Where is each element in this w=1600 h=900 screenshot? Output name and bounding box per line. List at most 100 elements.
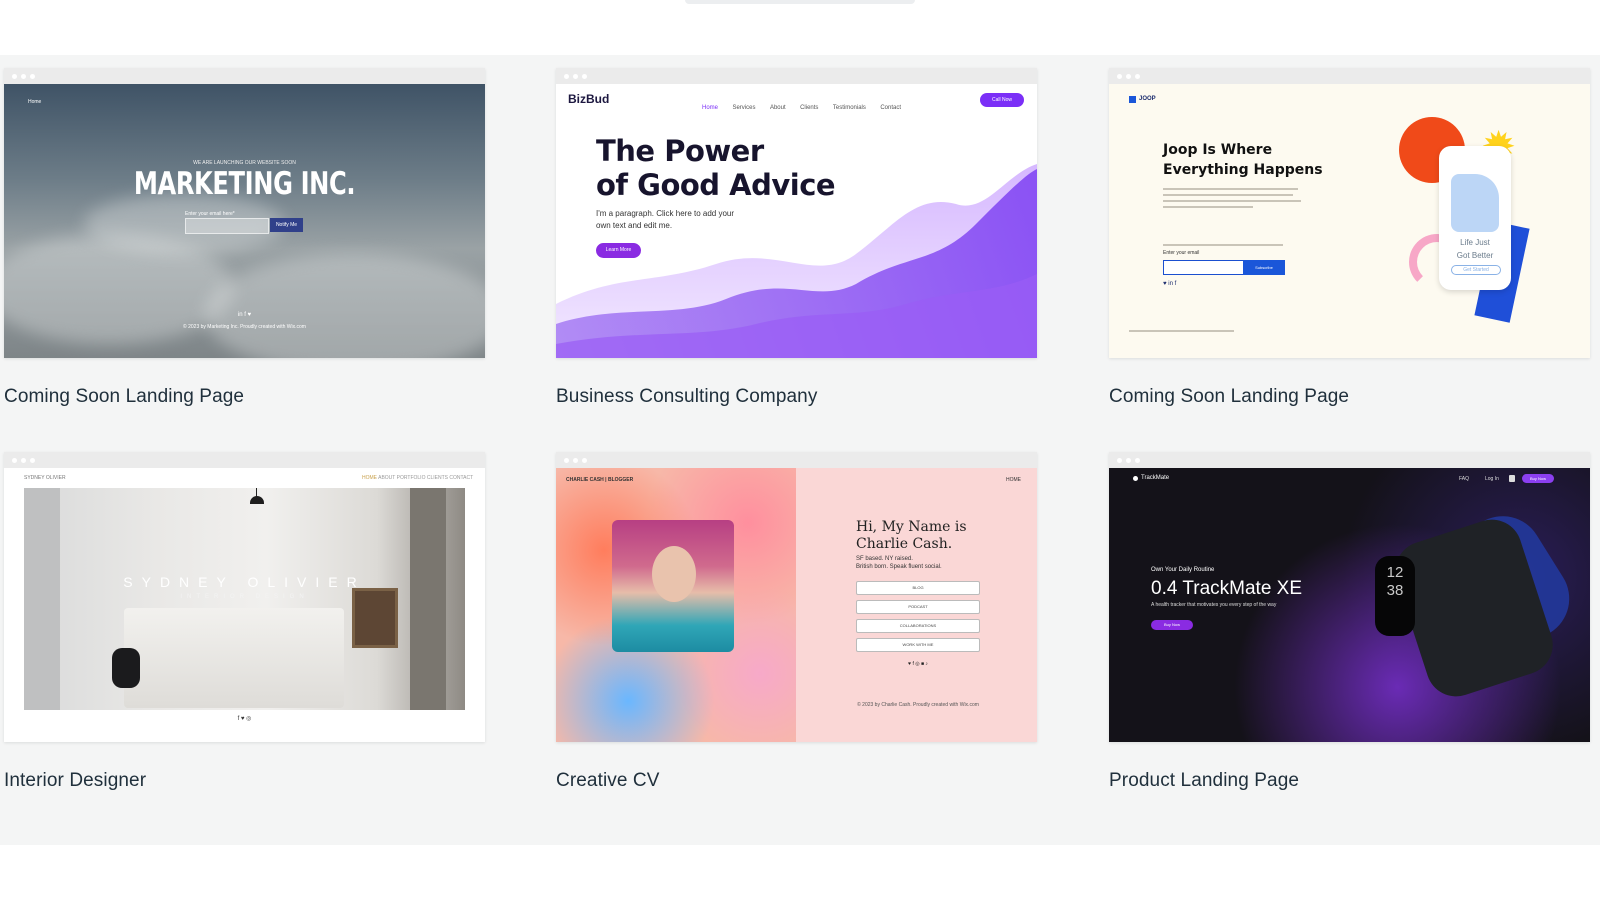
preview-logo: JOOP xyxy=(1139,96,1156,102)
template-caption[interactable]: Coming Soon Landing Page xyxy=(1109,386,1590,408)
template-preview-frame[interactable]: SYDNEY OLIVIER HOME ABOUT PORTFOLIO CLIE… xyxy=(4,452,485,742)
preview-nav-item: Services xyxy=(732,105,756,111)
template-preview-frame[interactable]: Home WE ARE LAUNCHING OUR WEBSITE SOON M… xyxy=(4,68,485,358)
template-card-coming-soon-marketing[interactable]: Home WE ARE LAUNCHING OUR WEBSITE SOON M… xyxy=(4,68,485,408)
top-scroll-indicator xyxy=(685,0,915,4)
preview-name: SYDNEY OLIVIER xyxy=(123,574,366,590)
template-preview-frame[interactable]: TrackMate FAQ Log In Buy Now 12 38 Own Y… xyxy=(1109,452,1590,742)
preview-eyebrow: Own Your Daily Routine xyxy=(1151,567,1215,573)
preview-headline-line: of Good Advice xyxy=(596,168,836,202)
preview-email-label: Enter your email here* xyxy=(185,211,235,217)
preview-nav-item: CONTACT xyxy=(449,475,474,481)
preview-paragraph-line: own text and edit me. xyxy=(596,221,673,230)
browser-dots xyxy=(1109,68,1590,84)
preview-headline: Joop Is Where Everything Happens xyxy=(1163,140,1323,180)
preview-screenshot: CHARLIE CASH | BLOGGER HOME Hi, My Name … xyxy=(556,468,1037,742)
preview-footer: © 2023 by Marketing Inc. Proudly created… xyxy=(183,324,306,330)
castle-illustration-icon xyxy=(1451,174,1499,232)
joop-logo-icon xyxy=(1129,96,1136,103)
preview-social-icons: ♥ f ◎ ■ ♪ xyxy=(908,661,928,667)
preview-bio-line: British born. Speak fluent social. xyxy=(856,564,942,570)
template-preview-frame[interactable]: CHARLIE CASH | BLOGGER HOME Hi, My Name … xyxy=(556,452,1037,742)
preview-paragraph-line: I'm a paragraph. Click here to add your xyxy=(596,209,735,218)
preview-link-button: COLLABORATIONS xyxy=(856,619,980,633)
template-caption[interactable]: Coming Soon Landing Page xyxy=(4,386,485,408)
preview-email-input xyxy=(1163,260,1245,275)
preview-nav-item: ABOUT xyxy=(378,475,396,481)
preview-phone-button: Get Started xyxy=(1451,265,1501,275)
preview-cta-button: Call Now xyxy=(980,93,1024,107)
preview-footer: © 2023 by Charlie Cash. Proudly created … xyxy=(857,702,979,708)
template-preview-frame[interactable]: BizBud Home Services About Clients Testi… xyxy=(556,68,1037,358)
preview-headline: The Power of Good Advice xyxy=(596,134,836,202)
preview-nav-home: HOME xyxy=(1006,477,1021,483)
preview-nav-item: Home xyxy=(702,105,719,111)
preview-nav: HOME ABOUT PORTFOLIO CLIENTS CONTACT xyxy=(362,475,473,481)
watch-screen: 12 38 xyxy=(1375,556,1415,636)
preview-nav-item: PORTFOLIO xyxy=(396,475,426,481)
preview-phone-text-line: Life Just xyxy=(1460,238,1490,247)
preview-email-label: Enter your email xyxy=(1163,250,1200,256)
nightstand-shape xyxy=(112,648,140,688)
browser-dots xyxy=(4,452,485,468)
browser-dots xyxy=(1109,452,1590,468)
preview-email-input xyxy=(185,218,269,234)
watch-time-hours: 12 xyxy=(1386,564,1404,581)
preview-notify-button: Notify Me xyxy=(270,218,303,232)
preview-screenshot: SYDNEY OLIVIER HOME ABOUT PORTFOLIO CLIE… xyxy=(4,468,485,742)
template-caption[interactable]: Creative CV xyxy=(556,770,1037,792)
template-caption[interactable]: Product Landing Page xyxy=(1109,770,1590,792)
preview-bio-line: SF based. NY raised. xyxy=(856,556,913,562)
preview-bio: SF based. NY raised. British born. Speak… xyxy=(856,555,942,571)
preview-nav-login: Log In xyxy=(1485,476,1499,482)
preview-subtitle: INTERIOR DESIGN xyxy=(180,594,309,600)
preview-link-button: BLOG xyxy=(856,581,980,595)
preview-brand: SYDNEY OLIVIER xyxy=(24,475,66,481)
preview-nav-item: About xyxy=(769,105,786,111)
bed-shape xyxy=(124,608,344,708)
template-card-interior-designer[interactable]: SYDNEY OLIVIER HOME ABOUT PORTFOLIO CLIE… xyxy=(4,452,485,792)
template-preview-frame[interactable]: JOOP Joop Is Where Everything Happens En… xyxy=(1109,68,1590,358)
template-card-business-consulting[interactable]: BizBud Home Services About Clients Testi… xyxy=(556,68,1037,408)
preview-headline-line: Charlie Cash. xyxy=(856,536,953,552)
preview-headline: 0.4 TrackMate XE xyxy=(1151,578,1303,599)
preview-nav-item: Clients xyxy=(800,105,819,111)
preview-paragraph: I'm a paragraph. Click here to add your … xyxy=(596,208,746,232)
preview-screenshot: BizBud Home Services About Clients Testi… xyxy=(556,84,1037,358)
trackmate-logo-icon xyxy=(1133,476,1138,481)
portrait-face-shape xyxy=(652,546,696,602)
template-card-creative-cv[interactable]: CHARLIE CASH | BLOGGER HOME Hi, My Name … xyxy=(556,452,1037,792)
preview-headline-line: Everything Happens xyxy=(1163,162,1323,178)
preview-nav-item: Contact xyxy=(880,105,902,111)
preview-buy-now-nav-button: Buy Now xyxy=(1522,474,1554,483)
preview-headline: Hi, My Name is Charlie Cash. xyxy=(856,519,967,553)
template-caption[interactable]: Business Consulting Company xyxy=(556,386,1037,408)
preview-nav-item: HOME xyxy=(362,475,377,481)
preview-screenshot: TrackMate FAQ Log In Buy Now 12 38 Own Y… xyxy=(1109,468,1590,742)
preview-paragraph: A health tracker that motivates you ever… xyxy=(1151,602,1277,608)
template-caption[interactable]: Interior Designer xyxy=(4,770,485,792)
preview-brand: BizBud xyxy=(568,92,610,106)
preview-buy-now-button: Buy Now xyxy=(1151,620,1193,630)
template-card-coming-soon-joop[interactable]: JOOP Joop Is Where Everything Happens En… xyxy=(1109,68,1590,408)
preview-title: MARKETING INC. xyxy=(133,166,356,202)
browser-dots xyxy=(4,68,485,84)
preview-headline-line: Joop Is Where xyxy=(1163,142,1273,158)
watch-time-minutes: 38 xyxy=(1386,582,1404,599)
preview-phone-text-line: Got Better xyxy=(1456,251,1494,260)
preview-nav-home: Home xyxy=(28,99,42,105)
preview-brand: CHARLIE CASH | BLOGGER xyxy=(566,477,634,483)
cart-icon xyxy=(1509,475,1515,482)
preview-nav-faq: FAQ xyxy=(1459,476,1470,482)
preview-social-icons: ♥ in f xyxy=(1163,281,1177,287)
browser-dots xyxy=(556,68,1037,84)
preview-nav-item: Testimonials xyxy=(832,105,866,111)
preview-nav: Home Services About Clients Testimonials… xyxy=(702,96,911,114)
preview-headline-line: The Power xyxy=(596,134,764,168)
preview-social-icons: f ♥ ◎ xyxy=(237,716,252,722)
browser-dots xyxy=(556,452,1037,468)
template-card-product-landing[interactable]: TrackMate FAQ Log In Buy Now 12 38 Own Y… xyxy=(1109,452,1590,792)
preview-link-button: PODCAST xyxy=(856,600,980,614)
preview-phone-text: Life Just Got Better xyxy=(1439,236,1511,262)
preview-headline-line: Hi, My Name is xyxy=(856,519,967,535)
